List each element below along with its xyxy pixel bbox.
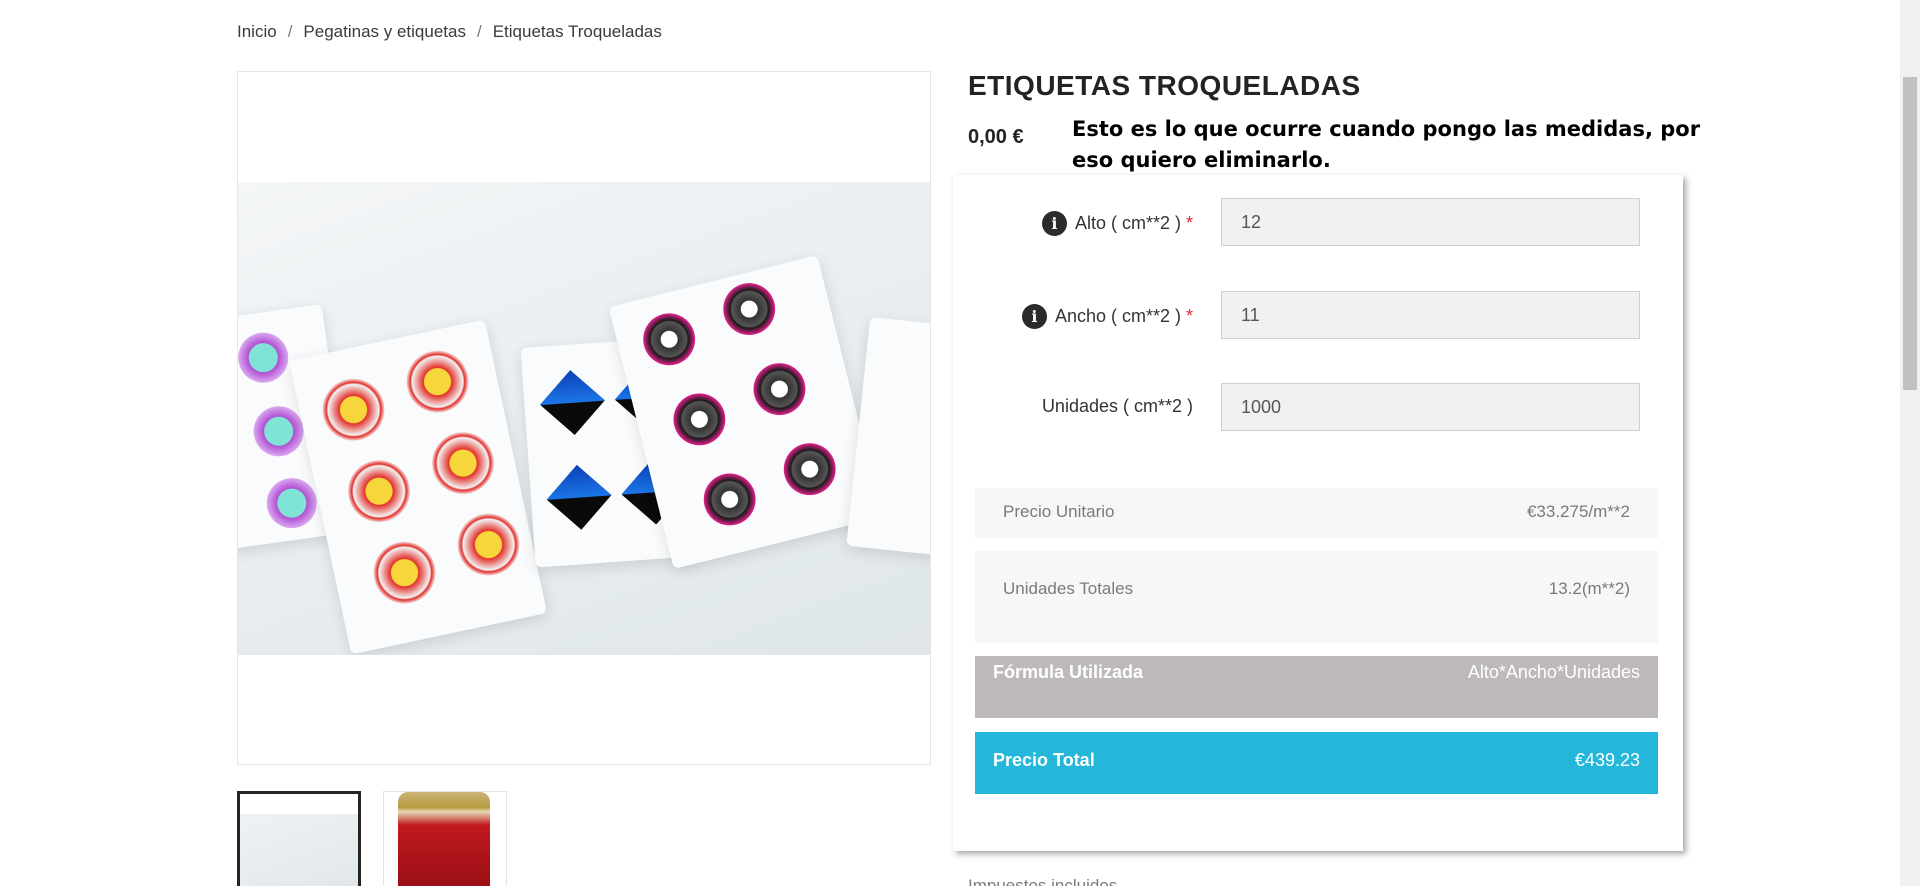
total-units-row: Unidades Totales 13.2(m**2) bbox=[975, 551, 1658, 643]
page-scrollbar[interactable] bbox=[1900, 0, 1920, 886]
ancho-input[interactable] bbox=[1221, 291, 1640, 339]
unit-price-value: €33.275/m**2 bbox=[1526, 502, 1630, 521]
formula-value: Alto*Ancho*Unidades bbox=[1467, 662, 1640, 682]
breadcrumb-link-home[interactable]: Inicio bbox=[237, 22, 277, 42]
breadcrumb: Inicio / Pegatinas y etiquetas / Etiquet… bbox=[237, 22, 662, 42]
product-thumbnails bbox=[237, 791, 507, 886]
product-price: 0,00 € bbox=[968, 126, 1024, 148]
product-main-image[interactable] bbox=[237, 71, 931, 765]
product-title: ETIQUETAS TROQUELADAS bbox=[968, 70, 1361, 101]
info-icon[interactable]: i bbox=[1041, 211, 1067, 236]
field-row-unidades: Unidades ( cm**2 ) bbox=[953, 383, 1683, 431]
unit-price-row: Precio Unitario €33.275/m**2 bbox=[975, 488, 1658, 538]
tax-note: Impuestos incluidos bbox=[968, 876, 1118, 886]
field-label-text: Ancho ( cm**2 ) bbox=[1054, 306, 1181, 326]
total-price-label: Precio Total bbox=[993, 750, 1095, 770]
scrollbar-thumb[interactable] bbox=[1903, 77, 1917, 390]
required-mark: * bbox=[1185, 306, 1193, 326]
thumbnail-jar[interactable] bbox=[383, 791, 507, 886]
field-label-unidades: Unidades ( cm**2 ) bbox=[1042, 396, 1193, 417]
overlay-note: Esto es lo que ocurre cuando pongo las m… bbox=[1072, 117, 1701, 172]
total-price-value: €439.23 bbox=[1574, 750, 1640, 770]
product-photo bbox=[238, 182, 930, 655]
total-units-value: 13.2(m**2) bbox=[1548, 579, 1630, 598]
alto-input[interactable] bbox=[1221, 198, 1640, 246]
breadcrumb-link-current[interactable]: Etiquetas Troqueladas bbox=[493, 22, 662, 42]
total-price-row: Precio Total €439.23 bbox=[975, 732, 1658, 794]
field-row-ancho: i Ancho ( cm**2 ) * bbox=[953, 291, 1683, 339]
price-calculator-panel: i Alto ( cm**2 ) * i Ancho ( cm**2 ) * U… bbox=[953, 175, 1683, 851]
thumbnail-stickers[interactable] bbox=[237, 791, 361, 886]
total-units-label: Unidades Totales bbox=[1003, 579, 1134, 598]
breadcrumb-separator: / bbox=[476, 22, 482, 41]
required-mark: * bbox=[1185, 213, 1193, 233]
formula-row: Fórmula Utilizada Alto*Ancho*Unidades bbox=[975, 656, 1658, 718]
field-row-alto: i Alto ( cm**2 ) * bbox=[953, 198, 1683, 246]
unidades-input[interactable] bbox=[1221, 383, 1640, 431]
field-label-ancho: i Ancho ( cm**2 ) * bbox=[1021, 304, 1193, 329]
breadcrumb-separator: / bbox=[287, 22, 293, 41]
breadcrumb-link-category[interactable]: Pegatinas y etiquetas bbox=[303, 22, 466, 42]
field-label-text: Alto ( cm**2 ) bbox=[1074, 213, 1181, 233]
formula-label: Fórmula Utilizada bbox=[993, 662, 1144, 682]
info-icon[interactable]: i bbox=[1021, 304, 1047, 329]
unit-price-label: Precio Unitario bbox=[1003, 502, 1115, 521]
field-label-text: Unidades ( cm**2 ) bbox=[1041, 396, 1193, 416]
field-label-alto: i Alto ( cm**2 ) * bbox=[1041, 211, 1193, 236]
